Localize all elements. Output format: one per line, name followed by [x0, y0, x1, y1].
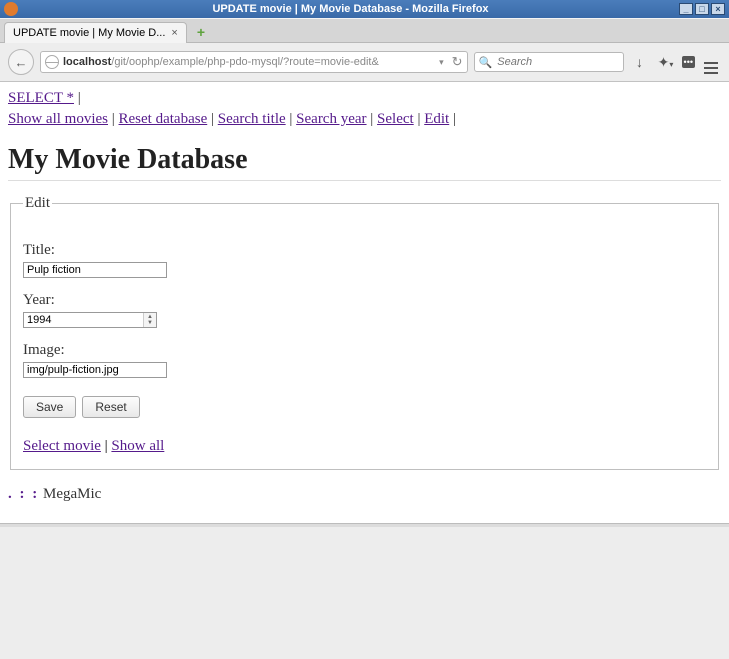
browser-tab[interactable]: UPDATE movie | My Movie D... × — [4, 22, 187, 43]
title-rule — [8, 180, 721, 181]
footer-dots: . : : — [8, 486, 39, 502]
page-content: SELECT * | Show all movies | Reset datab… — [0, 82, 729, 523]
title-label: Title: — [23, 242, 706, 259]
fieldset-legend: Edit — [23, 195, 52, 212]
url-path: /git/oophp/example/php-pdo-mysql/?route=… — [111, 56, 379, 68]
url-dropdown-icon[interactable]: ▾ — [439, 57, 444, 68]
navigation-toolbar: ← localhost/git/oophp/example/php-pdo-my… — [0, 43, 729, 82]
top-nav-links: SELECT * | Show all movies | Reset datab… — [8, 88, 721, 130]
url-host: localhost — [63, 56, 111, 68]
maximize-button[interactable]: □ — [695, 3, 709, 15]
spin-down-icon[interactable]: ▼ — [147, 320, 153, 326]
status-bar — [0, 523, 729, 527]
image-input[interactable] — [23, 362, 167, 378]
new-tab-button[interactable]: + — [197, 24, 205, 40]
dev-icon[interactable]: ••• — [682, 56, 695, 68]
page-footer: . : : MegaMic — [8, 486, 721, 503]
separator: | — [78, 90, 81, 106]
addon-icon[interactable]: ✦▾ — [656, 54, 676, 71]
link-edit[interactable]: Edit — [424, 111, 449, 127]
window-titlebar: UPDATE movie | My Movie Database - Mozil… — [0, 0, 729, 18]
link-show-all[interactable]: Show all — [111, 438, 164, 454]
fieldset-links: Select movie | Show all — [23, 438, 706, 455]
footer-text: MegaMic — [43, 486, 101, 502]
tab-bar: UPDATE movie | My Movie D... × + — [0, 18, 729, 43]
url-bar[interactable]: localhost/git/oophp/example/php-pdo-mysq… — [40, 51, 468, 73]
link-select-movie[interactable]: Select movie — [23, 438, 101, 454]
minimize-button[interactable]: _ — [679, 3, 693, 15]
window-controls: _ □ × — [679, 3, 725, 15]
year-spinner[interactable]: ▲ ▼ — [23, 312, 157, 328]
page-title: My Movie Database — [8, 144, 721, 176]
menu-button[interactable] — [701, 51, 721, 74]
globe-icon — [45, 55, 59, 69]
reload-icon[interactable]: ↻ — [452, 54, 463, 70]
year-input[interactable] — [24, 313, 143, 327]
reset-button[interactable]: Reset — [82, 396, 139, 418]
close-tab-icon[interactable]: × — [171, 27, 177, 39]
window-title-text: UPDATE movie | My Movie Database - Mozil… — [22, 3, 679, 15]
year-label: Year: — [23, 292, 706, 309]
back-button[interactable]: ← — [8, 49, 34, 75]
link-reset-database[interactable]: Reset database — [119, 111, 208, 127]
search-bar[interactable]: 🔍 — [474, 52, 624, 72]
link-select[interactable]: Select — [377, 111, 414, 127]
link-search-year[interactable]: Search year — [296, 111, 366, 127]
downloads-icon[interactable]: ↓ — [630, 54, 650, 70]
link-search-title[interactable]: Search title — [218, 111, 286, 127]
edit-fieldset: Edit Title: Year: ▲ ▼ Image: Save Reset — [10, 195, 719, 470]
save-button[interactable]: Save — [23, 396, 76, 418]
spinner-buttons[interactable]: ▲ ▼ — [143, 313, 156, 327]
link-select-star[interactable]: SELECT * — [8, 90, 74, 106]
search-icon: 🔍 — [479, 56, 493, 69]
image-label: Image: — [23, 342, 706, 359]
tab-label: UPDATE movie | My Movie D... — [13, 27, 165, 39]
firefox-icon — [4, 2, 18, 16]
link-show-all-movies[interactable]: Show all movies — [8, 111, 108, 127]
title-input[interactable] — [23, 262, 167, 278]
search-input[interactable] — [495, 55, 618, 69]
close-window-button[interactable]: × — [711, 3, 725, 15]
